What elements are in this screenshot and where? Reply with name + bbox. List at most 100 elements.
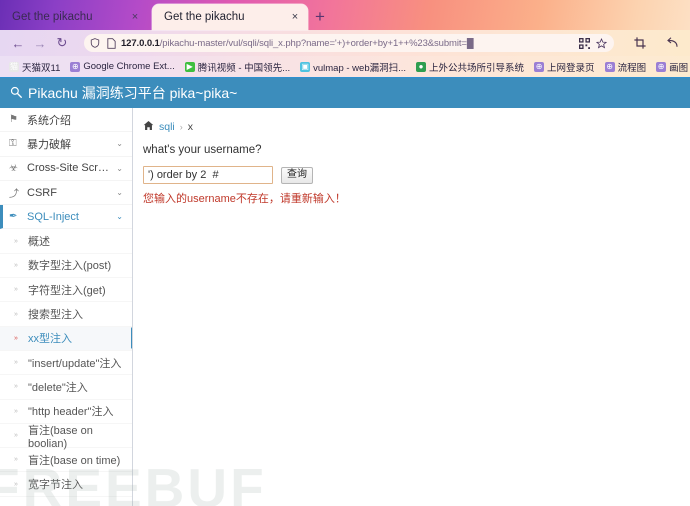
sidebar-subitem-7[interactable]: » "delete"注入 [0,375,132,400]
chevron-down-icon: ⌄ [116,139,123,149]
bookmark-item[interactable]: ⊕ Google Chrome Ext... [65,61,179,72]
bookmark-favicon-icon: ● [416,61,427,72]
breadcrumb-root[interactable]: sqli [159,121,175,133]
bookmark-item[interactable]: ● 上外公共场所引导系统 [411,60,529,74]
bullet-icon: » [14,432,18,439]
page-title: Pikachu 漏洞练习平台 pika~pika~ [28,85,238,101]
sidebar-subitem-label: 概述 [28,236,50,249]
screenshot-capture-icon[interactable] [630,33,650,53]
sidebar-subitem-6[interactable]: » "insert/update"注入 [0,351,132,376]
sidebar-item-2[interactable]: ⚿ 暴力破解 ⌄ [0,132,132,157]
bookmark-favicon-icon: ▣ [300,61,311,72]
sidebar-item-4[interactable]: ⤴ CSRF ⌄ [0,181,132,206]
sidebar-item-5[interactable]: ✒ SQL-Inject ⌄ [0,205,132,230]
tab-close-icon[interactable]: × [288,10,302,24]
qr-code-icon[interactable] [578,37,590,49]
sidebar-subitem-label: "http header"注入 [28,406,114,419]
sidebar-item-label: Cross-Site Scripting [27,162,110,175]
bullet-icon: » [14,286,18,294]
export-icon: ⤴ [9,189,19,201]
tag-icon: ⚑ [9,114,18,126]
bookmark-label: Google Chrome Ext... [83,61,175,72]
bookmark-label: 画图 [669,62,689,74]
browser-tab-2[interactable]: Get the pikachu × [152,4,308,30]
sidebar-subitem-11[interactable]: » 宽字节注入 [0,472,132,497]
toolbar-right-actions [622,33,682,53]
sidebar-subitem-label: 数字型注入(post) [28,260,112,273]
page-body: ⚑ 系统介绍 ⚿ 暴力破解 ⌄ ☣ Cross-Site Scripting ⌄ ⤴ CSRF ⌄ ✒… [0,108,690,506]
tab-close-icon[interactable]: × [128,10,142,24]
bookmark-item[interactable]: ▣ vulmap - web漏洞扫... [295,60,411,74]
new-tab-button[interactable]: + [308,4,332,30]
reload-icon[interactable]: ↻ [52,33,72,53]
bookmark-favicon-icon: ⊕ [534,61,545,72]
browser-toolbar: ← → ↻ 127.0.0.1/pikachu-master/vul/sqli/… [0,30,690,56]
bookmark-item[interactable]: ⊕ 画图 [651,60,690,74]
address-bar-url: 127.0.0.1/pikachu-master/vul/sqli/sqli_x… [121,38,574,49]
plug-icon: ✒ [9,211,18,223]
forward-icon[interactable]: → [30,33,50,53]
bullet-icon: » [14,480,18,488]
main-content: sqli › x what's your username? 查询 您输入的us… [133,108,690,506]
bullet-icon: » [14,456,18,464]
sidebar-subitem-label: 宽字节注入 [28,479,83,492]
bookmark-star-icon[interactable] [595,37,607,49]
submit-button[interactable]: 查询 [281,166,313,184]
page-icon [105,37,117,49]
sidebar-subitem-1[interactable]: » 概述 [0,229,132,254]
sidebar-subitem-5[interactable]: » xx型注入 [0,326,132,351]
address-bar[interactable]: 127.0.0.1/pikachu-master/vul/sqli/sqli_x… [84,34,614,52]
browser-tab-1[interactable]: Get the pikachu × [0,4,148,30]
bookmark-label: 上网登录页 [547,62,595,74]
error-message: 您输入的username不存在，请重新输入！ [143,193,346,205]
chevron-down-icon: ⌄ [116,188,123,198]
bookmark-favicon-icon: 猫 [9,61,19,72]
tab-title: Get the pikachu [12,11,93,23]
sidebar-item-label: CSRF [27,186,57,199]
magnifier-icon [10,86,22,101]
sidebar-item-label: 系统介绍 [27,114,71,127]
bookmark-item[interactable]: 猫天猫双11 [4,60,65,74]
bookmarks-bar: 猫天猫双11 ⊕ Google Chrome Ext... ▶ 腾讯视频 - 中国领先.… [0,56,690,78]
bullet-icon: » [14,383,18,391]
url-host: 127.0.0.1 [121,37,160,49]
sidebar: ⚑ 系统介绍 ⚿ 暴力破解 ⌄ ☣ Cross-Site Scripting ⌄ ⤴ CSRF ⌄ ✒… [0,108,133,506]
bookmark-item[interactable]: ⊕ 流程图 [600,60,652,74]
bug-icon: ☣ [9,162,18,174]
bookmark-favicon-icon: ⊕ [604,61,615,72]
chevron-down-icon: ⌄ [116,163,123,173]
home-icon[interactable] [143,120,154,134]
username-input[interactable] [143,166,273,184]
sidebar-subitem-label: xx型注入 [28,333,72,346]
sidebar-item-label: SQL-Inject [27,210,79,223]
sidebar-subitem-label: 字符型注入(get) [28,284,106,297]
sidebar-item-3[interactable]: ☣ Cross-Site Scripting ⌄ [0,157,132,181]
bookmark-item[interactable]: ▶ 腾讯视频 - 中国领先... [180,60,295,74]
sidebar-item-label: 暴力破解 [27,138,71,151]
sidebar-subitem-label: "insert/update"注入 [28,357,122,370]
bullet-icon: » [14,359,18,367]
bullet-icon: » [14,407,18,415]
sidebar-subitem-label: "delete"注入 [28,381,88,394]
undo-arrow-icon[interactable] [662,33,682,53]
sidebar-subitem-3[interactable]: » 字符型注入(get) [0,278,132,303]
sidebar-submenu: » 概述 » 数字型注入(post) » 字符型注入(get) » 搜索型注入 » xx型注入 » "… [0,229,132,497]
app-header: Pikachu 漏洞练习平台 pika~pika~ [0,78,690,108]
bookmark-item[interactable]: ⊕ 上网登录页 [529,60,600,74]
tab-title: Get the pikachu [164,11,245,23]
sqli-form: what's your username? 查询 您输入的username不存在… [133,136,690,206]
sidebar-subitem-label: 盲注(base on boolian) [28,424,93,450]
web-page: Pikachu 漏洞练习平台 pika~pika~ ⚑ 系统介绍 ⚿ 暴力破解 ⌄ ☣ Cr… [0,78,690,506]
sidebar-subitem-label: 搜索型注入 [28,309,83,322]
sidebar-item-1[interactable]: ⚑ 系统介绍 [0,108,132,133]
bookmark-favicon-icon: ⊕ [70,61,81,72]
sidebar-subitem-8[interactable]: » "http header"注入 [0,400,132,424]
back-icon[interactable]: ← [8,33,28,53]
shield-icon [89,37,101,49]
tab-strip: Get the pikachu × Get the pikachu × + [0,0,690,30]
sidebar-subitem-10[interactable]: » 盲注(base on time) [0,448,132,473]
lock-icon: ⚿ [9,138,17,150]
sidebar-subitem-4[interactable]: » 搜索型注入 [0,302,132,327]
sidebar-subitem-2[interactable]: » 数字型注入(post) [0,254,132,279]
sidebar-subitem-9[interactable]: » 盲注(base on boolian) [0,424,132,450]
